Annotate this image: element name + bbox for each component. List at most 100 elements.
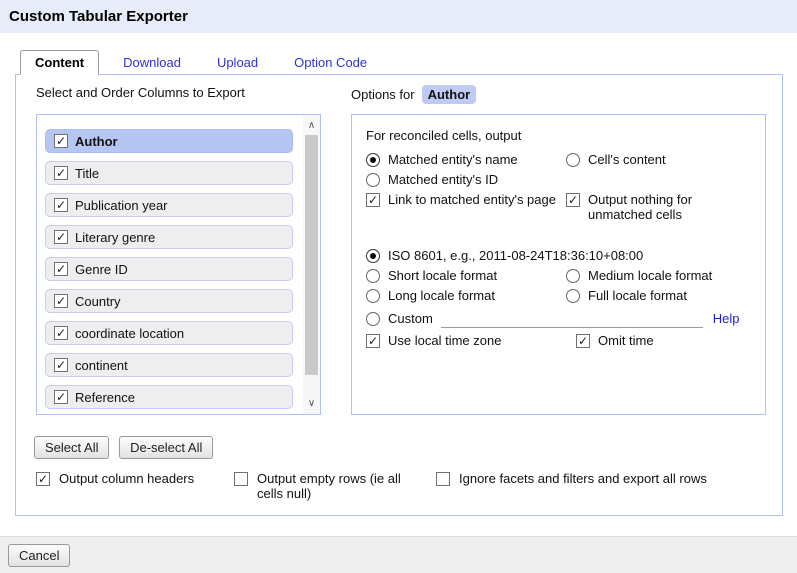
row-options: Output column headers Output empty rows … bbox=[36, 472, 782, 501]
radio-icon[interactable] bbox=[366, 153, 380, 167]
checkbox-icon[interactable] bbox=[36, 472, 50, 486]
checkbox-ignore-facets[interactable]: Ignore facets and filters and export all… bbox=[436, 472, 707, 501]
checkbox-output-nothing-unmatched[interactable]: Output nothing for unmatched cells bbox=[566, 193, 751, 222]
checkbox-icon[interactable] bbox=[366, 334, 380, 348]
list-item[interactable]: Literary genre bbox=[45, 225, 293, 249]
list-buttons-row: Select All De-select All bbox=[34, 436, 782, 459]
tab-option-code[interactable]: Option Code bbox=[282, 51, 379, 74]
checkbox-label: Use local time zone bbox=[388, 333, 501, 348]
scroll-up-icon[interactable]: ∧ bbox=[303, 117, 320, 134]
tab-content[interactable]: Content bbox=[20, 50, 99, 75]
date-format-group: ISO 8601, e.g., 2011-08-24T18:36:10+08:0… bbox=[366, 249, 751, 348]
radio-iso-8601[interactable]: ISO 8601, e.g., 2011-08-24T18:36:10+08:0… bbox=[366, 249, 643, 263]
checkbox-icon[interactable] bbox=[436, 472, 450, 486]
column-checkbox[interactable] bbox=[54, 294, 68, 308]
column-checkbox[interactable] bbox=[54, 198, 68, 212]
tab-download[interactable]: Download bbox=[111, 51, 193, 74]
list-item[interactable]: coordinate location bbox=[45, 321, 293, 345]
radio-full-locale[interactable]: Full locale format bbox=[566, 289, 687, 303]
tab-upload[interactable]: Upload bbox=[205, 51, 270, 74]
scrollbar-thumb[interactable] bbox=[305, 135, 318, 375]
options-heading-text: Options for bbox=[351, 87, 415, 102]
column-checkbox[interactable] bbox=[54, 166, 68, 180]
checkbox-link-matched-page[interactable]: Link to matched entity's page bbox=[366, 193, 566, 207]
list-item[interactable]: Reference bbox=[45, 385, 293, 409]
list-item[interactable]: Country bbox=[45, 289, 293, 313]
date-radio-row-custom: Custom Help bbox=[366, 309, 751, 328]
dialog-body: Content Download Upload Option Code Sele… bbox=[0, 33, 797, 517]
radio-cells-content[interactable]: Cell's content bbox=[566, 153, 666, 167]
radio-custom-format[interactable]: Custom bbox=[366, 312, 433, 326]
options-heading: Options for Author bbox=[351, 85, 766, 104]
panel-columns: Select and Order Columns to Export Autho… bbox=[16, 75, 782, 415]
column-checkbox[interactable] bbox=[54, 390, 68, 404]
reconcile-radio-row-1: Matched entity's name Cell's content bbox=[366, 153, 751, 167]
reconcile-heading: For reconciled cells, output bbox=[366, 128, 751, 143]
checkbox-label: Omit time bbox=[598, 333, 654, 348]
radio-icon[interactable] bbox=[366, 269, 380, 283]
column-label: continent bbox=[75, 358, 128, 373]
checkbox-icon[interactable] bbox=[576, 334, 590, 348]
radio-icon[interactable] bbox=[566, 289, 580, 303]
radio-long-locale[interactable]: Long locale format bbox=[366, 289, 566, 303]
options-box: For reconciled cells, output Matched ent… bbox=[351, 114, 766, 415]
column-label: Title bbox=[75, 166, 99, 181]
column-list-items: Author Title Publication year bbox=[37, 115, 303, 414]
checkbox-icon[interactable] bbox=[366, 193, 380, 207]
help-link[interactable]: Help bbox=[713, 311, 740, 326]
select-all-button[interactable]: Select All bbox=[34, 436, 109, 459]
column-label: Publication year bbox=[75, 198, 168, 213]
checkbox-icon[interactable] bbox=[234, 472, 248, 486]
date-radio-row-long-full: Long locale format Full locale format bbox=[366, 289, 751, 303]
list-item[interactable]: Title bbox=[45, 161, 293, 185]
radio-icon[interactable] bbox=[366, 312, 380, 326]
selected-column-badge: Author bbox=[422, 85, 477, 104]
column-label: coordinate location bbox=[75, 326, 184, 341]
custom-tabular-exporter-dialog: Custom Tabular Exporter Content Download… bbox=[0, 0, 797, 573]
column-checkbox[interactable] bbox=[54, 358, 68, 372]
deselect-all-button[interactable]: De-select All bbox=[119, 436, 213, 459]
list-item[interactable]: Genre ID bbox=[45, 257, 293, 281]
checkbox-label: Output nothing for unmatched cells bbox=[588, 192, 751, 222]
list-item[interactable]: Author bbox=[45, 129, 293, 153]
radio-matched-entity-id[interactable]: Matched entity's ID bbox=[366, 173, 566, 187]
options-section: Options for Author For reconciled cells,… bbox=[351, 85, 766, 415]
radio-icon[interactable] bbox=[366, 249, 380, 263]
checkbox-use-local-timezone[interactable]: Use local time zone bbox=[366, 334, 576, 348]
checkbox-icon[interactable] bbox=[566, 193, 580, 207]
scroll-down-icon[interactable]: ∨ bbox=[303, 395, 320, 412]
checkbox-label: Link to matched entity's page bbox=[388, 192, 556, 207]
column-checkbox[interactable] bbox=[54, 230, 68, 244]
radio-label: Full locale format bbox=[588, 288, 687, 303]
column-label: Author bbox=[75, 134, 118, 149]
dialog-footer: Cancel bbox=[0, 536, 797, 573]
tab-bar: Content Download Upload Option Code bbox=[20, 50, 783, 74]
column-checkbox[interactable] bbox=[54, 326, 68, 340]
column-label: Reference bbox=[75, 390, 135, 405]
column-label: Genre ID bbox=[75, 262, 128, 277]
columns-section: Select and Order Columns to Export Autho… bbox=[36, 85, 321, 415]
reconcile-checkbox-row: Link to matched entity's page Output not… bbox=[366, 193, 751, 222]
column-checkbox[interactable] bbox=[54, 262, 68, 276]
radio-icon[interactable] bbox=[566, 269, 580, 283]
checkbox-output-empty-rows[interactable]: Output empty rows (ie all cells null) bbox=[234, 472, 436, 501]
list-scrollbar[interactable]: ∧ ∨ bbox=[303, 115, 320, 414]
radio-medium-locale[interactable]: Medium locale format bbox=[566, 269, 712, 283]
radio-icon[interactable] bbox=[366, 289, 380, 303]
checkbox-label: Ignore facets and filters and export all… bbox=[459, 471, 707, 486]
radio-icon[interactable] bbox=[366, 173, 380, 187]
checkbox-output-column-headers[interactable]: Output column headers bbox=[36, 472, 234, 501]
reconcile-radio-row-2: Matched entity's ID bbox=[366, 173, 751, 187]
checkbox-omit-time[interactable]: Omit time bbox=[576, 334, 654, 348]
radio-icon[interactable] bbox=[566, 153, 580, 167]
radio-short-locale[interactable]: Short locale format bbox=[366, 269, 566, 283]
date-radio-row-iso: ISO 8601, e.g., 2011-08-24T18:36:10+08:0… bbox=[366, 249, 751, 263]
column-label: Country bbox=[75, 294, 121, 309]
radio-matched-entity-name[interactable]: Matched entity's name bbox=[366, 153, 566, 167]
list-item[interactable]: Publication year bbox=[45, 193, 293, 217]
column-checkbox[interactable] bbox=[54, 134, 68, 148]
list-item[interactable]: continent bbox=[45, 353, 293, 377]
custom-format-input[interactable] bbox=[441, 309, 703, 328]
cancel-button[interactable]: Cancel bbox=[8, 544, 70, 567]
column-label: Literary genre bbox=[75, 230, 155, 245]
